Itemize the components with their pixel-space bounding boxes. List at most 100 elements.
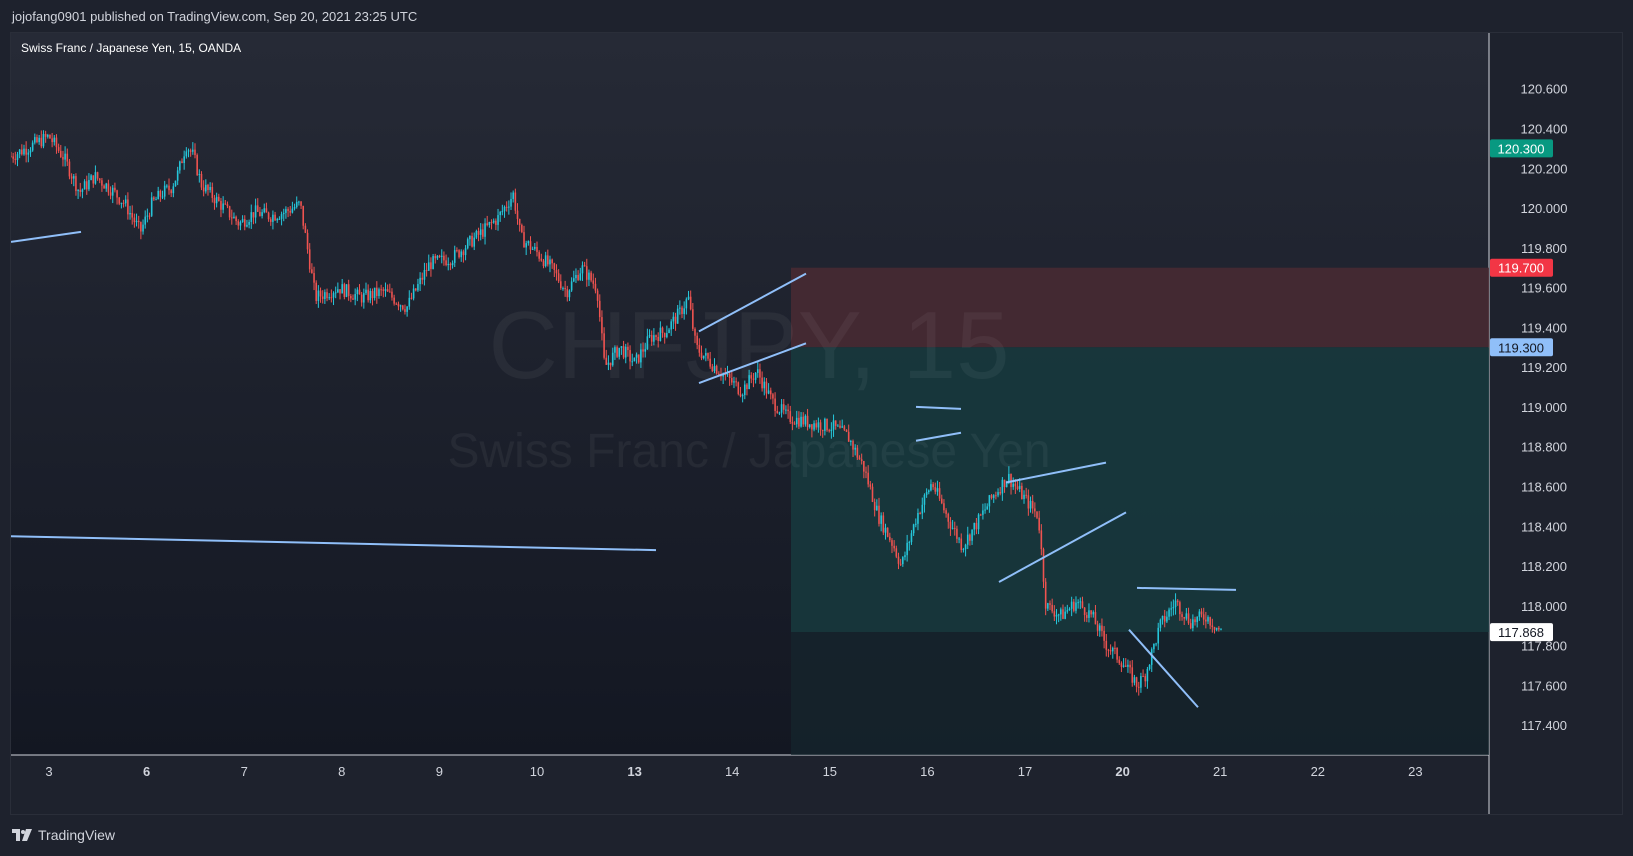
candle-body xyxy=(14,158,17,160)
candle-body xyxy=(321,296,324,299)
candle-body xyxy=(1187,613,1190,624)
candle-body xyxy=(153,197,155,200)
candle-body xyxy=(263,208,266,213)
candle-body xyxy=(406,306,408,312)
price-label-stop: 119.700 xyxy=(1498,261,1544,276)
candle-body xyxy=(1183,616,1186,619)
candle-body xyxy=(62,156,64,160)
candle-body xyxy=(1025,494,1027,496)
candle-body xyxy=(1012,483,1015,487)
candle-body xyxy=(57,147,60,151)
candle-body xyxy=(975,523,978,530)
time-tick-9: 9 xyxy=(436,764,443,779)
candle-body xyxy=(44,133,47,137)
candle-body xyxy=(808,424,811,428)
candle-body xyxy=(577,275,579,280)
candle-body xyxy=(137,220,140,223)
candle-body xyxy=(256,205,259,212)
candle-body xyxy=(648,335,651,337)
candle-body xyxy=(300,201,302,206)
candle-body xyxy=(1114,647,1116,649)
candle-body xyxy=(1200,611,1203,615)
candle-body xyxy=(1163,615,1166,622)
candle-body xyxy=(250,212,253,222)
candle-body xyxy=(622,346,625,358)
candle-body xyxy=(756,369,759,373)
candle-body xyxy=(666,333,668,338)
candle-body xyxy=(564,288,566,290)
candle-body xyxy=(1133,677,1136,683)
candle-body xyxy=(155,199,157,201)
candle-body xyxy=(445,260,447,266)
candle-body xyxy=(116,190,118,198)
candle-body xyxy=(1014,483,1017,487)
candle-body xyxy=(183,156,185,163)
candle-body xyxy=(135,220,138,223)
candle-body xyxy=(811,424,813,430)
candle-body xyxy=(640,349,642,363)
candle-body xyxy=(12,156,14,159)
candle-body xyxy=(663,332,666,338)
candle-body xyxy=(163,185,166,197)
candle-body xyxy=(1220,628,1222,630)
candle-body xyxy=(737,382,740,394)
candle-body xyxy=(1042,549,1045,582)
candle-body xyxy=(542,260,545,267)
price-tick-16: 117.400 xyxy=(1521,718,1567,733)
candle-body xyxy=(1036,511,1038,518)
candle-body xyxy=(373,287,376,299)
time-tick-14: 14 xyxy=(725,764,739,779)
candle-body xyxy=(66,153,69,162)
candle-body xyxy=(715,365,718,374)
candle-body xyxy=(553,263,556,270)
candlestick-chart[interactable]: CHFJPY, 15 Swiss Franc / Japanese Yen 12… xyxy=(11,33,1623,815)
candle-body xyxy=(146,215,149,217)
time-axis-background[interactable] xyxy=(11,755,1489,815)
candle-body xyxy=(572,278,575,282)
candle-body xyxy=(395,303,398,305)
candle-body xyxy=(497,215,499,225)
candle-body xyxy=(285,209,287,213)
candle-body xyxy=(700,352,703,359)
candle-body xyxy=(759,369,761,378)
candle-body xyxy=(230,217,233,219)
candle-body xyxy=(83,181,86,190)
candle-body xyxy=(889,536,891,541)
candle-body xyxy=(31,142,34,151)
candle-body xyxy=(878,505,880,524)
candle-body xyxy=(637,354,640,363)
candle-body xyxy=(458,250,460,258)
time-tick-6: 6 xyxy=(143,764,150,779)
candle-body xyxy=(205,184,207,192)
candle-body xyxy=(529,241,532,250)
candle-body xyxy=(804,415,807,425)
candle-body xyxy=(1111,647,1114,652)
candle-body xyxy=(986,506,989,510)
time-tick-3: 3 xyxy=(45,764,52,779)
candle-body xyxy=(430,262,432,269)
candle-body xyxy=(111,187,114,196)
candle-body xyxy=(531,248,534,250)
candle-body xyxy=(380,289,382,291)
candle-body xyxy=(29,150,32,153)
candle-body xyxy=(607,362,610,365)
candle-body xyxy=(646,336,649,350)
candle-body xyxy=(434,256,437,259)
chart-panel[interactable]: CHFJPY, 15 Swiss Franc / Japanese Yen 12… xyxy=(10,32,1623,815)
candle-body xyxy=(852,441,854,450)
candle-body xyxy=(1166,616,1168,622)
candle-body xyxy=(40,137,43,147)
candle-body xyxy=(865,471,867,473)
tradingview-logo[interactable]: TradingView xyxy=(12,827,115,843)
candle-body xyxy=(475,230,478,238)
candle-body xyxy=(23,148,25,155)
candle-body xyxy=(977,514,980,530)
candle-body xyxy=(627,346,629,351)
candle-body xyxy=(122,202,125,204)
candle-body xyxy=(1081,601,1084,608)
candle-body xyxy=(34,137,36,143)
price-label-target: 120.300 xyxy=(1498,141,1545,156)
candle-body xyxy=(611,352,614,366)
candle-body xyxy=(274,214,276,221)
candle-body xyxy=(1044,581,1047,609)
